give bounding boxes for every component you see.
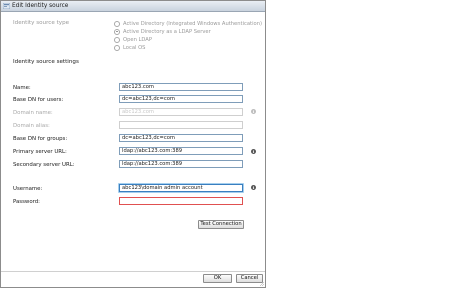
radio-ad-ldap[interactable]: Active Directory as a LDAP Server	[114, 28, 211, 35]
radio-button[interactable]	[114, 44, 120, 51]
domain-name-label: Domain name:	[13, 110, 53, 116]
domain-alias-field	[119, 121, 243, 129]
info-icon: i	[251, 109, 256, 114]
secondary-url-label: Secondary server URL:	[13, 162, 75, 168]
name-label: Name:	[13, 85, 31, 91]
ok-button[interactable]: OK	[203, 274, 232, 283]
radio-button[interactable]	[114, 36, 120, 43]
footer-divider	[1, 271, 265, 272]
password-field[interactable]	[119, 197, 243, 205]
settings-heading: Identity source settings	[13, 59, 79, 65]
domain-alias-label: Domain alias:	[13, 123, 50, 129]
primary-url-field[interactable]: ldap://abc123.com:389	[119, 147, 243, 155]
test-connection-button[interactable]: Test Connection	[198, 220, 244, 229]
secondary-url-field[interactable]: ldap://abc123.com:389	[119, 160, 243, 168]
base-dn-groups-field[interactable]: dc=abc123,dc=com	[119, 134, 243, 142]
identity-source-type-label: Identity source type	[13, 20, 70, 26]
radio-open-ldap[interactable]: Open LDAP	[114, 36, 152, 43]
base-dn-groups-label: Base DN for groups:	[13, 136, 68, 142]
identity-source-icon	[3, 3, 10, 9]
radio-local-os[interactable]: Local OS	[114, 44, 145, 51]
resize-grip-icon[interactable]	[259, 281, 264, 286]
password-label: Password:	[13, 199, 40, 205]
base-dn-users-label: Base DN for users:	[13, 97, 64, 103]
base-dn-users-field[interactable]: dc=abc123,dc=com	[119, 95, 243, 103]
username-field[interactable]: abc123\domain admin account	[119, 184, 243, 192]
radio-button[interactable]	[114, 20, 120, 27]
radio-ad-integrated[interactable]: Active Directory (Integrated Windows Aut…	[114, 20, 262, 27]
username-label: Username:	[13, 186, 43, 192]
primary-url-label: Primary server URL:	[13, 149, 67, 155]
domain-name-field: abc123.com	[119, 108, 243, 116]
name-field[interactable]: abc123.com	[119, 83, 243, 91]
dialog-title: Edit Identity source	[12, 3, 69, 9]
edit-identity-source-dialog: Edit Identity source Identity source typ…	[0, 0, 266, 288]
info-icon[interactable]: i	[251, 149, 256, 154]
info-icon[interactable]: i	[251, 185, 256, 190]
dialog-titlebar[interactable]: Edit Identity source	[1, 1, 265, 12]
radio-button-selected[interactable]	[114, 28, 120, 35]
